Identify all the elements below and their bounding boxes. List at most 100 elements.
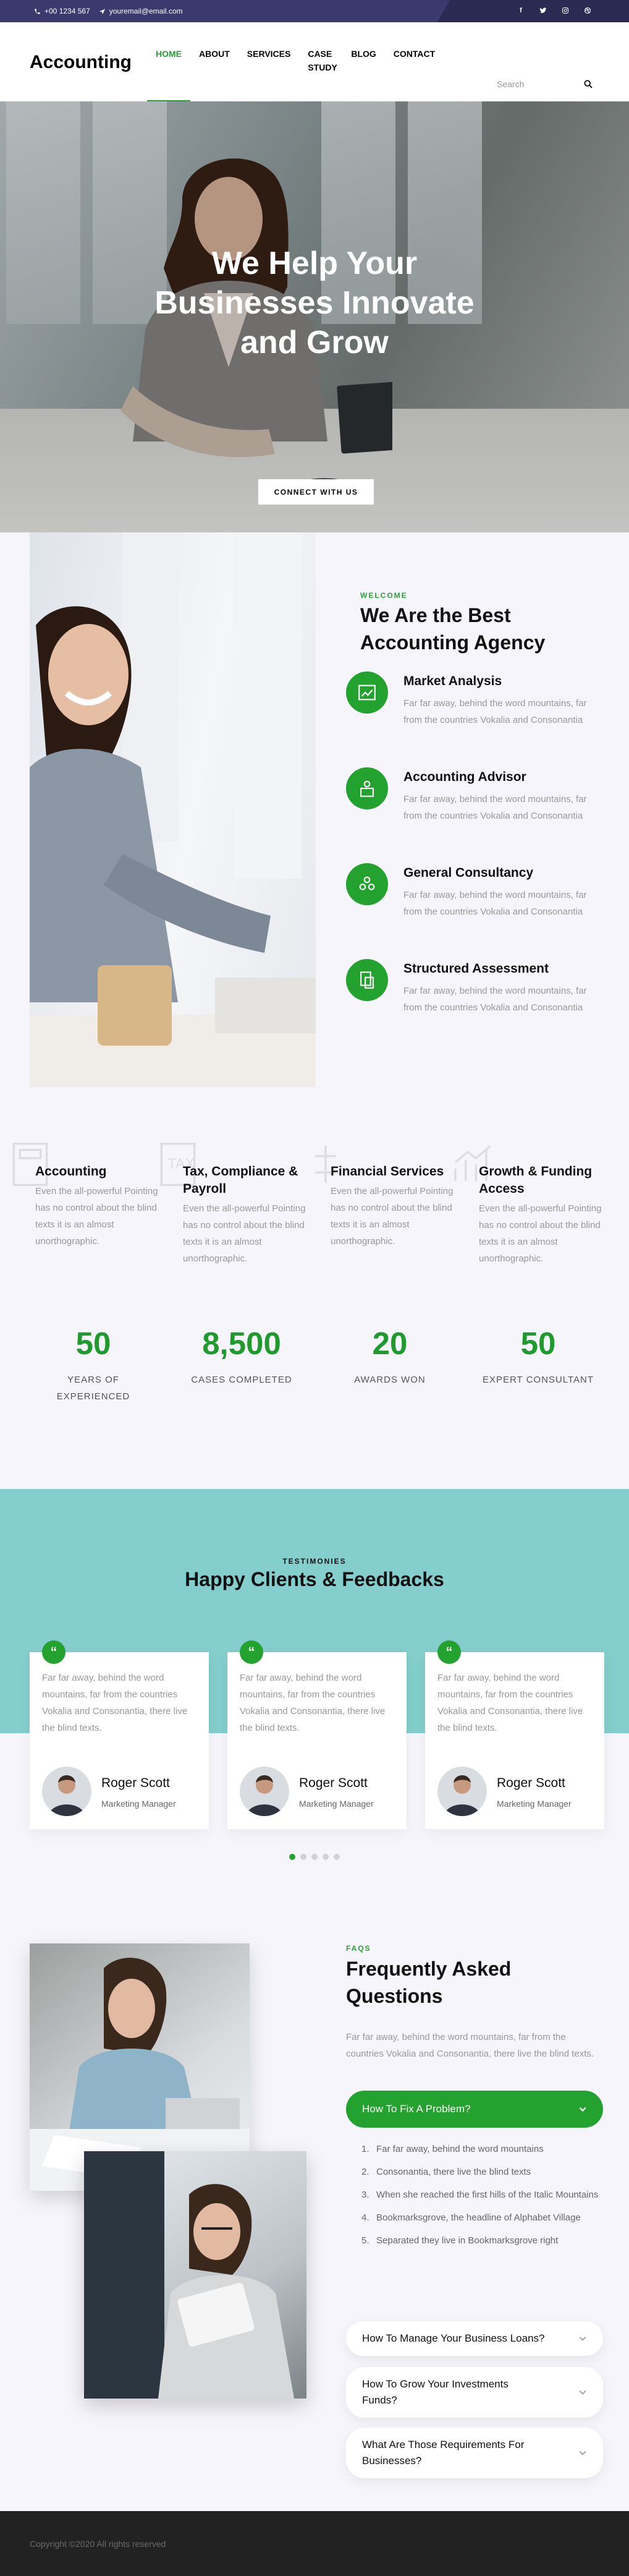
answer-text: Separated they live in Bookmarksgrove ri… xyxy=(376,2235,559,2246)
market-analysis-icon xyxy=(346,672,388,714)
top-bar: +00 1234 567 youremail@email.com f xyxy=(0,0,629,22)
smiling-woman-image xyxy=(30,532,316,1087)
about-section: WELCOME We Are the Best Accounting Agenc… xyxy=(0,532,629,1089)
quote-icon: “ xyxy=(437,1640,461,1664)
counter-value: 8,500 xyxy=(202,1326,281,1361)
client-role: Marketing Manager xyxy=(497,1799,572,1809)
faq-section: FAQS Frequently Asked Questions Far far … xyxy=(0,1885,629,2478)
faq-item-loans[interactable]: How To Manage Your Business Loans? xyxy=(346,2321,603,2356)
carousel-dot[interactable] xyxy=(323,1854,329,1860)
avatar xyxy=(437,1767,487,1816)
nav-item-home[interactable]: HOME xyxy=(147,47,190,101)
search-icon[interactable] xyxy=(583,79,593,89)
faq-description: Far far away, behind the word mountains,… xyxy=(346,2032,594,2059)
counter-years: 50 YEARS OF EXPERIENCED xyxy=(22,1325,164,1405)
list-item: 1. Far far away, behind the word mountain… xyxy=(361,2141,602,2157)
counter-consultants: 50 EXPERT CONSULTANT xyxy=(467,1325,609,1388)
faq-question: How To Fix A Problem? xyxy=(362,2103,471,2115)
service-financial[interactable]: Financial Services Even the all-powerful… xyxy=(315,1146,460,1250)
service-tax[interactable]: TAX Tax, Compliance & Payroll Even the a… xyxy=(160,1143,313,1267)
service-growth[interactable]: Growth & Funding Access Even the all-pow… xyxy=(454,1145,609,1267)
counters-section: 50 YEARS OF EXPERIENCED 8,500 CASES COMP… xyxy=(0,1276,629,1489)
testimonial-text: Far far away, behind the word mountains,… xyxy=(437,1673,583,1733)
feature-title: Market Analysis xyxy=(403,674,502,688)
carousel-dot[interactable] xyxy=(289,1854,295,1860)
client-name: Roger Scott xyxy=(497,1776,565,1790)
chevron-down-icon xyxy=(579,2451,586,2455)
counter-label: AWARDS WON xyxy=(354,1375,426,1385)
answer-text: Consonantia, there live the blind texts xyxy=(376,2167,531,2177)
hero-section: We Help Your Businesses Innovate and Gro… xyxy=(0,101,629,532)
services-section: Accounting Even the all-powerful Pointin… xyxy=(0,1089,629,1276)
service-accounting[interactable]: Accounting Even the all-powerful Pointin… xyxy=(12,1143,165,1250)
faq-item-investments[interactable]: How To Grow Your Investments Funds? xyxy=(346,2367,603,2418)
faq-question: How To Manage Your Business Loans? xyxy=(362,2332,545,2344)
testimonial-card: “ Far far away, behind the word mountain… xyxy=(227,1640,407,1829)
answer-text: Far far away, behind the word mountains xyxy=(376,2144,544,2154)
avatar xyxy=(240,1767,289,1816)
service-text: Even the all-powerful Pointing has no co… xyxy=(183,1203,306,1264)
list-item: 5. Separated they live in Bookmarksgrove … xyxy=(361,2232,602,2249)
faq-title: Frequently Asked Questions xyxy=(346,1958,512,2007)
feature-title: Accounting Advisor xyxy=(403,770,526,784)
service-title: Financial Services xyxy=(331,1164,444,1179)
about-title: We Are the Best Accounting Agency xyxy=(360,604,546,654)
counter-label: EXPERT CONSULTANT xyxy=(482,1375,594,1385)
testimonial-carousel-dots xyxy=(0,1854,629,1860)
testimonials-eyebrow: TESTIMONIES xyxy=(282,1557,347,1566)
feature-text: Far far away, behind the word mountains,… xyxy=(403,986,587,1013)
facebook-icon[interactable]: f xyxy=(517,6,525,15)
nav-item-blog[interactable]: BLOG xyxy=(342,47,384,101)
nav-item-services[interactable]: SERVICES xyxy=(239,47,300,101)
main-menu: HOME ABOUT SERVICES CASE STUDY BLOG CONT… xyxy=(147,47,444,101)
answer-text: When she reached the first hills of the … xyxy=(376,2190,599,2200)
list-item: 4. Bookmarksgrove, the headline of Alphab… xyxy=(361,2209,602,2226)
advisor-icon xyxy=(346,767,388,809)
feature-text: Far far away, behind the word mountains,… xyxy=(403,698,587,725)
nav-item-about[interactable]: ABOUT xyxy=(190,47,239,101)
main-navbar: Accounting HOME ABOUT SERVICES CASE STUD… xyxy=(0,22,629,101)
client-name: Roger Scott xyxy=(101,1776,170,1790)
faq-image-woman-tablet xyxy=(84,2151,306,2399)
service-text: Even the all-powerful Pointing has no co… xyxy=(331,1186,454,1247)
testimonial-card: “ Far far away, behind the word mountain… xyxy=(425,1640,604,1829)
assessment-icon xyxy=(346,959,388,1001)
search-input[interactable] xyxy=(497,79,577,89)
carousel-dot[interactable] xyxy=(311,498,318,505)
twitter-icon[interactable] xyxy=(539,6,547,15)
faq-eyebrow: FAQS xyxy=(346,1944,371,1953)
service-title: Tax, Compliance & Payroll xyxy=(183,1164,298,1196)
copyright-text: Copyright ©2020 All rights reserved xyxy=(30,2539,166,2549)
counter-cases: 8,500 CASES COMPLETED xyxy=(171,1325,313,1388)
faq-item-requirements[interactable]: What Are Those Requirements For Business… xyxy=(346,2428,603,2478)
carousel-dot[interactable] xyxy=(323,498,329,505)
consultancy-icon xyxy=(346,863,388,905)
hero-carousel-dots xyxy=(0,498,629,505)
feature-title: General Consultancy xyxy=(403,866,534,880)
testimonials-title: Happy Clients & Feedbacks xyxy=(185,1568,444,1590)
feature-text: Far far away, behind the word mountains,… xyxy=(403,890,587,917)
nav-item-case-study[interactable]: CASE STUDY xyxy=(299,47,342,101)
nav-item-contact[interactable]: CONTACT xyxy=(385,47,444,101)
dribbble-icon[interactable] xyxy=(583,6,592,15)
brand-logo[interactable]: Accounting xyxy=(30,52,132,73)
carousel-dot[interactable] xyxy=(300,498,306,505)
carousel-dot[interactable] xyxy=(334,1854,340,1860)
search-box xyxy=(489,72,601,96)
testimonials-section: TESTIMONIES Happy Clients & Feedbacks “ … xyxy=(0,1489,629,1885)
testimonial-text: Far far away, behind the word mountains,… xyxy=(240,1673,386,1733)
client-role: Marketing Manager xyxy=(101,1799,176,1809)
chevron-down-icon xyxy=(579,2107,586,2112)
phone-contact[interactable]: +00 1234 567 xyxy=(34,7,90,15)
about-image xyxy=(30,532,316,1087)
chevron-down-icon xyxy=(579,2390,586,2395)
client-role: Marketing Manager xyxy=(299,1799,374,1809)
carousel-dot[interactable] xyxy=(300,1854,306,1860)
email-contact[interactable]: youremail@email.com xyxy=(99,7,183,15)
counter-value: 50 xyxy=(75,1326,111,1361)
instagram-icon[interactable] xyxy=(561,6,570,15)
service-text: Even the all-powerful Pointing has no co… xyxy=(479,1203,602,1264)
faq-item-open[interactable]: How To Fix A Problem? xyxy=(346,2091,603,2128)
carousel-dot[interactable] xyxy=(311,1854,318,1860)
testimonial-card: “ Far far away, behind the word mountain… xyxy=(30,1640,209,1829)
